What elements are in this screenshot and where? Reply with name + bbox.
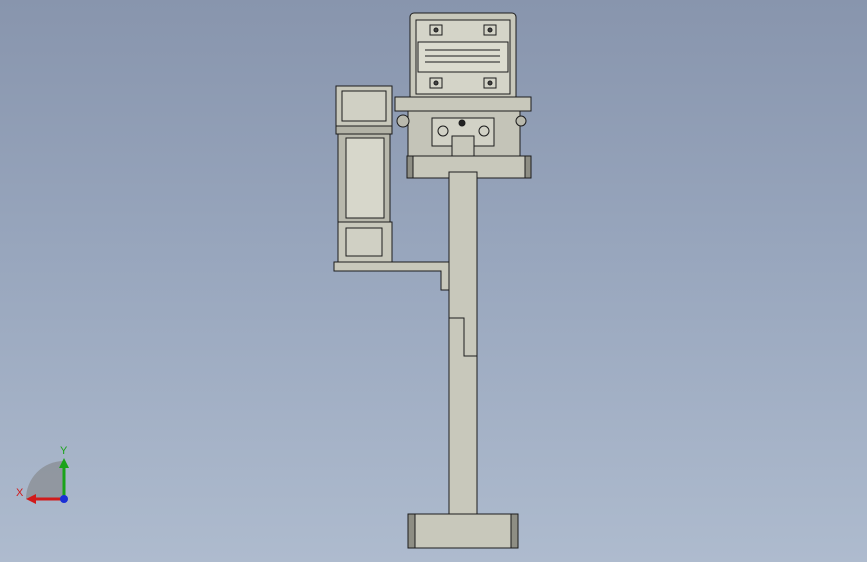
x-axis-label: X (16, 487, 24, 499)
coordinate-triad: Y X (16, 445, 69, 504)
actuator-assembly[interactable] (333, 12, 532, 549)
triad-plane (26, 461, 64, 499)
z-axis-dot (60, 495, 68, 503)
bottom-foot[interactable] (407, 513, 519, 549)
cad-graphics-viewport[interactable]: Y X (0, 0, 867, 562)
top-stage-block[interactable] (409, 12, 517, 101)
cad-model-view[interactable]: Y X (0, 0, 867, 562)
y-axis-label: Y (60, 445, 68, 457)
l-bracket[interactable] (333, 261, 450, 291)
side-motor[interactable] (335, 85, 393, 263)
carriage-block[interactable] (394, 96, 532, 159)
vertical-post[interactable] (448, 171, 478, 515)
